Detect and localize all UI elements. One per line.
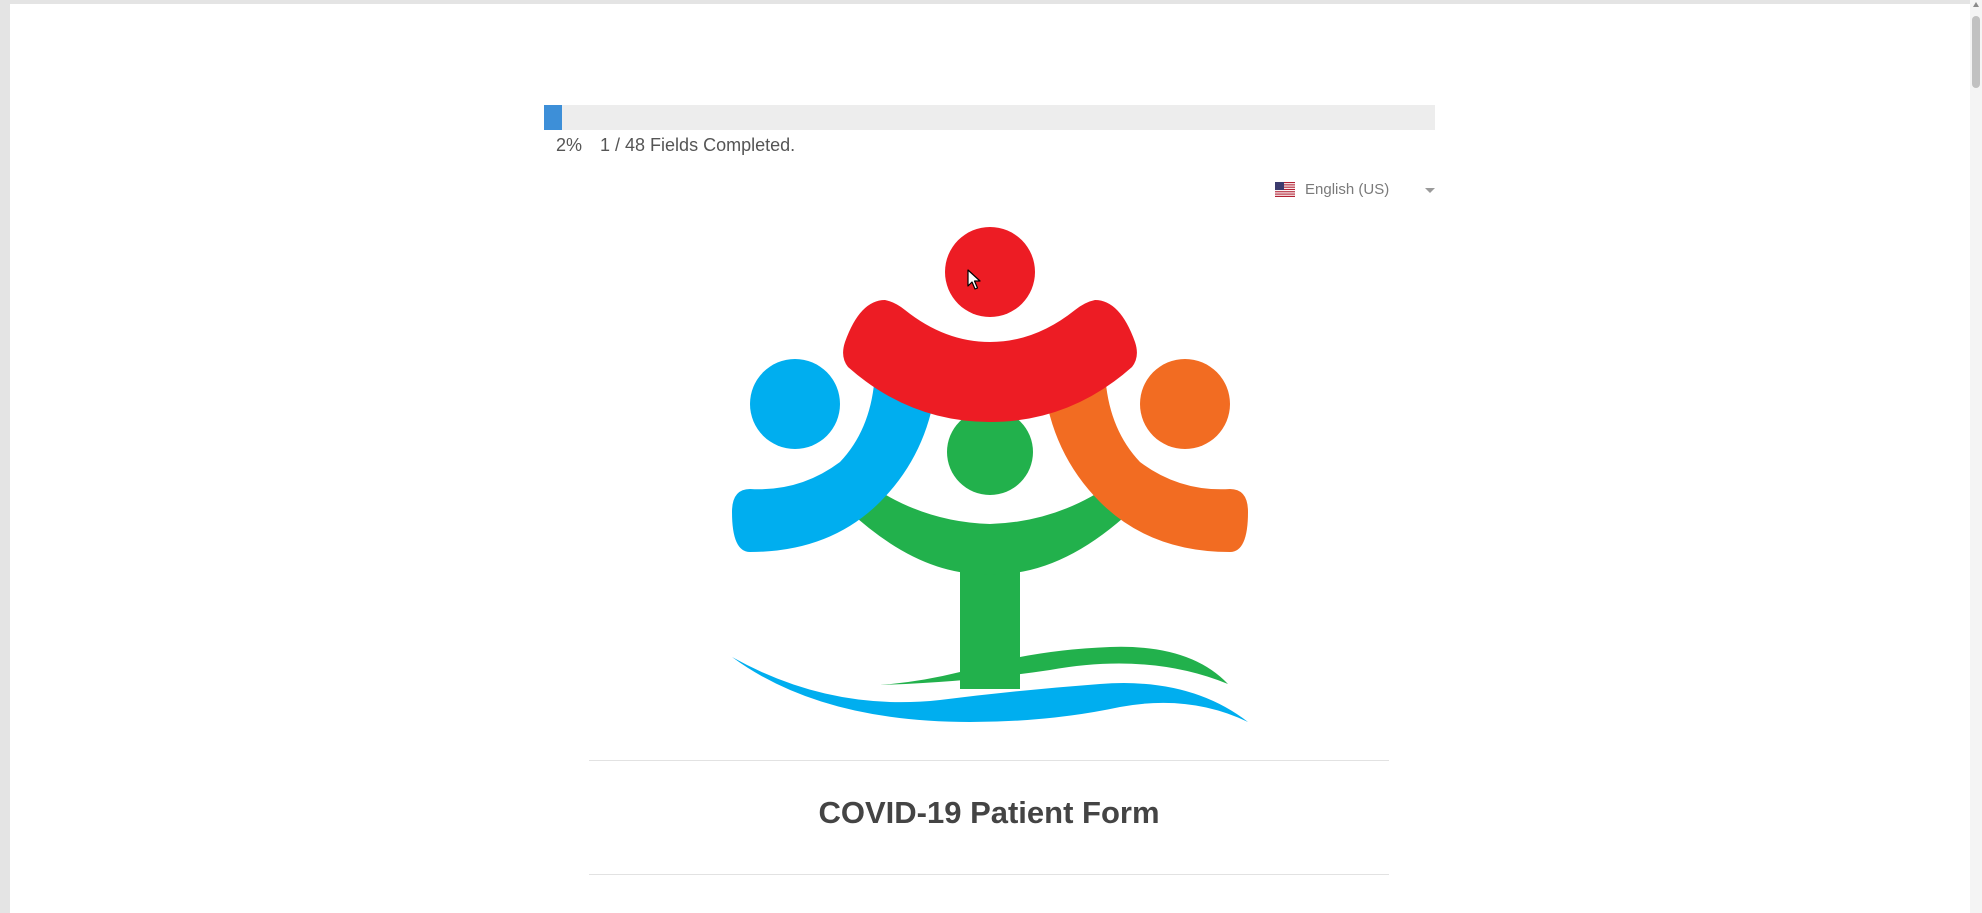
progress-percent: 2% (556, 135, 583, 155)
title-divider (589, 874, 1389, 875)
mouse-cursor-icon (967, 269, 981, 290)
header-divider (589, 760, 1389, 761)
language-selector[interactable]: English (US) (1275, 178, 1436, 200)
progress-bar-fill (544, 105, 562, 130)
progress-status: 2% 1 / 48 Fields Completed. (556, 135, 795, 157)
progress-fields-count: 1 / 48 Fields Completed. (600, 135, 796, 155)
vertical-scrollbar[interactable] (1970, 0, 1982, 913)
progress-bar (544, 105, 1435, 130)
chevron-down-icon[interactable] (1425, 188, 1436, 193)
scrollbar-thumb[interactable] (1972, 16, 1980, 88)
language-label: English (US) (1305, 180, 1390, 198)
us-flag-icon (1275, 181, 1295, 197)
scroll-up-arrow-icon[interactable] (1973, 2, 1979, 7)
form-title: COVID-19 Patient Form (818, 795, 1160, 830)
community-people-logo (732, 227, 1248, 722)
